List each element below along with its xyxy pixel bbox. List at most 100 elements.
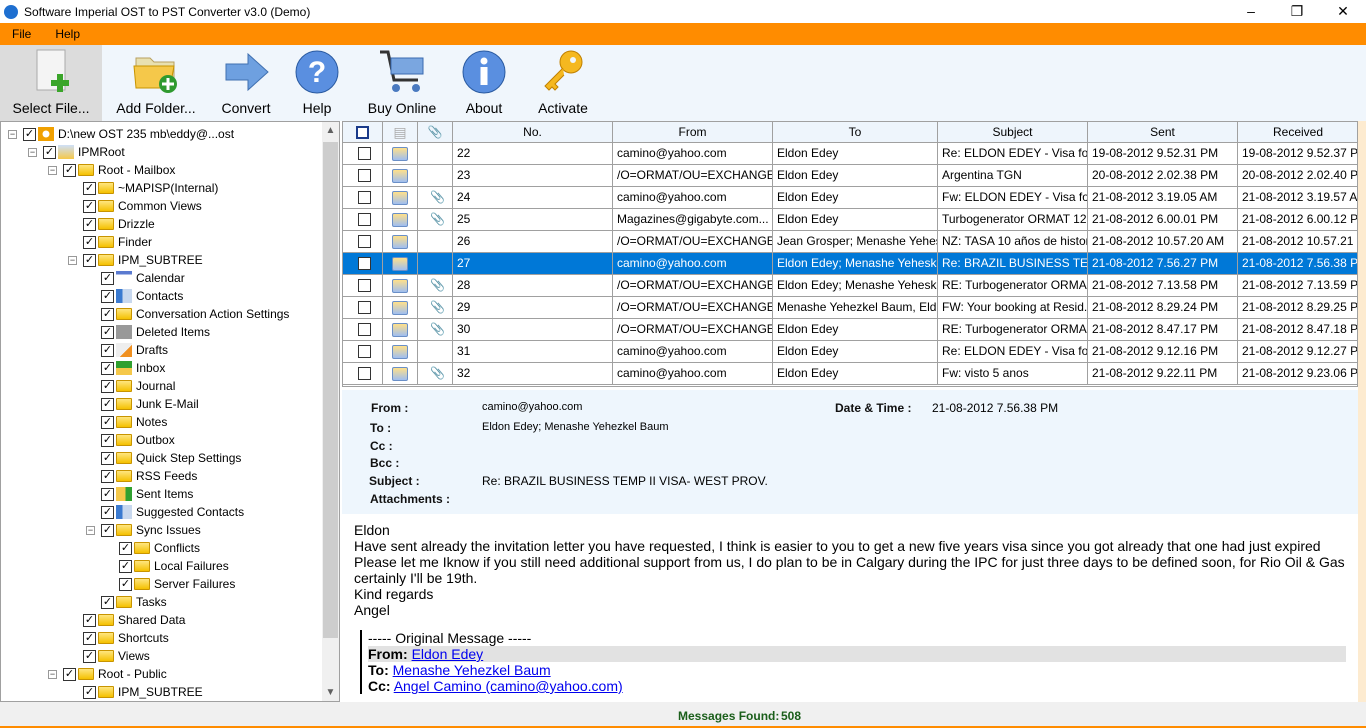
row-checkbox-cell[interactable] [343, 143, 383, 164]
tree-node[interactable]: ✓ Sync Issues [101, 521, 201, 539]
checkbox-checked[interactable]: ✓ [101, 433, 114, 447]
checkbox-checked[interactable]: ✓ [101, 307, 114, 321]
tree-node[interactable]: ✓ Sent Items [101, 485, 193, 503]
tree-node[interactable]: ✓ Views [83, 647, 150, 665]
scroll-up-icon[interactable]: ▲ [322, 122, 339, 139]
toolbar-button-select-file[interactable]: Select File... [0, 45, 102, 121]
row-checkbox-cell[interactable] [343, 319, 383, 340]
checkbox-checked[interactable]: ✓ [119, 559, 132, 573]
column-header-no[interactable]: No. [453, 122, 613, 142]
message-row[interactable]: 23/O=ORMAT/OU=EXCHANGE... Eldon Edey Argen… [343, 165, 1357, 187]
quote-to-link[interactable]: Menashe Yehezkel Baum [393, 662, 551, 678]
checkbox-checked[interactable]: ✓ [83, 181, 96, 195]
collapse-icon[interactable]: − [86, 526, 95, 535]
tree-node[interactable]: ✓ Conversation Action Settings [101, 305, 289, 323]
toolbar-button-convert[interactable]: Convert [210, 45, 282, 121]
checkbox-checked[interactable]: ✓ [101, 487, 114, 501]
tree-node[interactable]: ✓ Finder [83, 233, 152, 251]
row-checkbox[interactable] [358, 301, 371, 314]
collapse-icon[interactable]: − [48, 166, 57, 175]
message-row[interactable]: 📎 32 camino@yahoo.com Eldon Edey Fw: visto 5… [343, 363, 1357, 385]
tree-node[interactable]: ✓ Drafts [101, 341, 168, 359]
scroll-thumb[interactable] [323, 142, 338, 638]
message-row[interactable]: 31 camino@yahoo.com Eldon Edey Re: ELDON ED… [343, 341, 1357, 363]
checkbox-checked[interactable]: ✓ [83, 199, 96, 213]
tree-node[interactable]: ✓ Tasks [101, 593, 167, 611]
checkbox-checked[interactable]: ✓ [83, 631, 96, 645]
tree-node[interactable]: ✓ Notes [101, 413, 167, 431]
row-checkbox-cell[interactable] [343, 187, 383, 208]
tree-node[interactable]: ✓ Root - Public [63, 665, 167, 683]
checkbox-checked[interactable]: ✓ [101, 505, 114, 519]
tree-node[interactable]: ✓ Junk E-Mail [101, 395, 199, 413]
menu-file[interactable]: File [0, 27, 43, 41]
row-checkbox[interactable] [358, 257, 371, 270]
tree-node[interactable]: ✓ Journal [101, 377, 175, 395]
column-header-from[interactable]: From [613, 122, 773, 142]
message-row[interactable]: 📎 24 camino@yahoo.com Eldon Edey Fw: ELDON E… [343, 187, 1357, 209]
checkbox-checked[interactable]: ✓ [101, 379, 114, 393]
tree-node[interactable]: ✓ Contacts [101, 287, 183, 305]
tree-node[interactable]: ✓ IPM_SUBTREE [83, 251, 203, 269]
row-checkbox[interactable] [358, 345, 371, 358]
message-row[interactable]: 📎 30/O=ORMAT/OU=EXCHANGE SE...Eldon EdeyR… [343, 319, 1357, 341]
row-checkbox[interactable] [358, 169, 371, 182]
collapse-icon[interactable]: − [48, 670, 57, 679]
tree-node[interactable]: ✓ Outbox [101, 431, 175, 449]
checkbox-checked[interactable]: ✓ [101, 325, 114, 339]
checkbox-checked[interactable]: ✓ [83, 235, 96, 249]
checkbox-checked[interactable]: ✓ [119, 577, 132, 591]
tree-node[interactable]: ✓ ~MAPISP(Internal) [83, 179, 218, 197]
quote-cc-link[interactable]: Angel Camino (camino@yahoo.com) [394, 678, 623, 694]
row-checkbox-cell[interactable] [343, 165, 383, 186]
checkbox-checked[interactable]: ✓ [63, 163, 76, 177]
checkbox-checked[interactable]: ✓ [23, 127, 36, 141]
checkbox-checked[interactable]: ✓ [101, 343, 114, 357]
tree-node[interactable]: ✓ Shared Data [83, 611, 185, 629]
tree-node[interactable]: ✓ Quick Step Settings [101, 449, 241, 467]
checkbox-checked[interactable]: ✓ [83, 253, 96, 267]
checkbox-checked[interactable]: ✓ [43, 145, 56, 159]
checkbox-checked[interactable]: ✓ [101, 595, 114, 609]
checkbox-checked[interactable]: ✓ [83, 613, 96, 627]
message-row[interactable]: 📎 29/O=ORMAT/OU=EXCHANGE SE...Menashe Yeh… [343, 297, 1357, 319]
tree-node[interactable]: ✓ Suggested Contacts [101, 503, 244, 521]
close-button[interactable]: ✕ [1320, 0, 1366, 23]
row-checkbox-cell[interactable] [343, 363, 383, 384]
message-row[interactable]: 27 camino@yahoo.com Eldon Edey; Menashe Ye… [343, 253, 1357, 275]
column-header-subject[interactable]: Subject [938, 122, 1088, 142]
tree-node[interactable]: ✓ Drizzle [83, 215, 155, 233]
row-checkbox-cell[interactable] [343, 275, 383, 296]
column-header-to[interactable]: To [773, 122, 938, 142]
scroll-down-icon[interactable]: ▼ [322, 684, 339, 701]
minimize-button[interactable]: – [1228, 0, 1274, 23]
checkbox-checked[interactable]: ✓ [101, 415, 114, 429]
tree-node[interactable]: ✓ D:\new OST 235 mb\eddy@...ost [23, 125, 234, 143]
row-checkbox-cell[interactable] [343, 231, 383, 252]
maximize-button[interactable]: ❐ [1274, 0, 1320, 23]
quote-from-link[interactable]: Eldon Edey [412, 646, 484, 662]
checkbox-checked[interactable]: ✓ [83, 217, 96, 231]
column-header-select-all[interactable] [343, 122, 383, 142]
row-checkbox[interactable] [358, 191, 371, 204]
tree-node[interactable]: ✓ Deleted Items [101, 323, 210, 341]
collapse-icon[interactable]: − [28, 148, 37, 157]
checkbox-checked[interactable]: ✓ [101, 289, 114, 303]
tree-node[interactable]: ✓ Server Failures [119, 575, 235, 593]
tree-node[interactable]: ✓ Inbox [101, 359, 165, 377]
checkbox-checked[interactable]: ✓ [101, 271, 114, 285]
row-checkbox[interactable] [358, 213, 371, 226]
checkbox-checked[interactable]: ✓ [63, 667, 76, 681]
checkbox-checked[interactable]: ✓ [101, 361, 114, 375]
row-checkbox-cell[interactable] [343, 297, 383, 318]
select-all-checkbox[interactable] [356, 126, 369, 139]
collapse-icon[interactable]: − [68, 256, 77, 265]
toolbar-button-add-folder[interactable]: Add Folder... [102, 45, 210, 121]
column-header-type[interactable]: ▤ [383, 122, 418, 142]
column-header-received[interactable]: Received [1238, 122, 1357, 142]
tree-node[interactable]: ✓ Conflicts [119, 539, 200, 557]
menu-help[interactable]: Help [43, 27, 92, 41]
toolbar-button-help[interactable]: ? Help [282, 45, 352, 121]
row-checkbox[interactable] [358, 235, 371, 248]
toolbar-button-about[interactable]: About [452, 45, 516, 121]
